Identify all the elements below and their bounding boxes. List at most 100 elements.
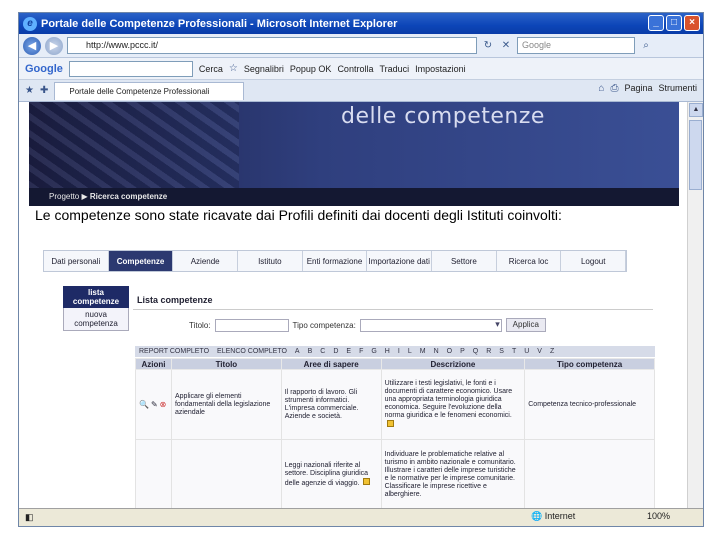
forward-button[interactable]: ▶: [45, 36, 63, 55]
title-filter-input[interactable]: [214, 318, 289, 332]
side-menu: lista competenze nuova competenza: [63, 286, 129, 331]
refresh-icon[interactable]: ↻: [481, 40, 495, 51]
page-menu[interactable]: Pagina: [624, 83, 652, 94]
print-icon[interactable]: ⎙: [610, 83, 618, 94]
favorites-star-icon[interactable]: ★: [25, 85, 34, 96]
slide-caption: Le competenze sono state ricavate dai Pr…: [33, 206, 564, 224]
zone-label: Internet: [544, 511, 576, 521]
table-header-row: Azioni Titolo Aree di sapere Descrizione…: [135, 358, 655, 370]
scroll-up-icon[interactable]: ▲: [689, 103, 703, 117]
row-description: Individuare le problematiche relative al…: [380, 439, 526, 510]
type-filter-label: Tipo competenza:: [292, 320, 356, 330]
letter-link[interactable]: N: [430, 346, 443, 357]
toolbar-item-check[interactable]: Controlla: [337, 64, 373, 74]
star-icon[interactable]: ☆: [229, 63, 238, 74]
edit-note-icon[interactable]: [363, 477, 371, 485]
tab-bar: ★ ✚ Portale delle Competenze Professiona…: [19, 80, 703, 102]
title-filter-label: Titolo:: [189, 320, 211, 330]
letter-link[interactable]: R: [482, 346, 495, 357]
menu-item-logout[interactable]: Logout: [561, 251, 627, 271]
letter-link[interactable]: H: [381, 346, 394, 357]
zoom-level[interactable]: 100%: [647, 511, 670, 521]
search-icon[interactable]: ⌕: [639, 40, 653, 51]
tools-menu[interactable]: Strumenti: [658, 83, 697, 94]
toolbar-item-bookmarks[interactable]: Segnalibri: [244, 64, 284, 74]
back-button[interactable]: ◀: [23, 36, 41, 55]
letter-link[interactable]: Q: [469, 346, 482, 357]
menu-item-sector[interactable]: Settore: [432, 251, 497, 271]
toolbar-item-popup[interactable]: Popup OK: [290, 64, 332, 74]
letter-link[interactable]: C: [316, 346, 329, 357]
edit-note-icon[interactable]: [386, 419, 394, 427]
skills-table: Azioni Titolo Aree di sapere Descrizione…: [135, 358, 655, 510]
letter-link[interactable]: L: [404, 346, 416, 357]
letter-link[interactable]: M: [416, 346, 430, 357]
address-input[interactable]: http://www.pccc.it/: [67, 37, 477, 54]
close-button[interactable]: ×: [684, 15, 700, 31]
letter-link[interactable]: V: [533, 346, 546, 357]
menu-item-skills[interactable]: Competenze: [108, 251, 174, 271]
row-title: Applicare gli elementi fondamentali dell…: [170, 369, 282, 440]
letter-link[interactable]: A: [291, 346, 304, 357]
menu-item-import[interactable]: Importazione dati: [367, 251, 433, 271]
side-item-list[interactable]: lista competenze: [63, 286, 129, 308]
col-header-description: Descrizione: [380, 358, 526, 370]
stop-icon[interactable]: ✕: [499, 40, 513, 51]
report-link[interactable]: REPORT COMPLETO: [135, 346, 213, 357]
letter-link[interactable]: B: [304, 346, 317, 357]
toolbar-item-settings[interactable]: Impostazioni: [415, 64, 466, 74]
letter-link[interactable]: I: [394, 346, 404, 357]
menu-item-companies[interactable]: Aziende: [173, 251, 239, 271]
letter-link[interactable]: U: [520, 346, 533, 357]
row-areas: Leggi nazionali riferite al settore. Dis…: [280, 439, 382, 510]
window-controls: _ □ ×: [648, 15, 700, 31]
row-areas-text: Leggi nazionali riferite al settore. Dis…: [284, 461, 369, 487]
full-list-link[interactable]: ELENCO COMPLETO: [213, 346, 291, 357]
alphabet-filter: REPORT COMPLETO ELENCO COMPLETO A B C D …: [135, 346, 655, 357]
letter-link[interactable]: E: [342, 346, 355, 357]
tab-active[interactable]: Portale delle Competenze Professionali: [54, 81, 245, 100]
status-bar: ◧ 🌐 Internet 100%: [19, 508, 703, 526]
add-favorite-icon[interactable]: ✚: [40, 85, 48, 96]
menu-item-training[interactable]: Enti formazione: [303, 251, 368, 271]
menu-item-personal-data[interactable]: Dati personali: [44, 251, 109, 271]
toolbar-item-translate[interactable]: Traduci: [379, 64, 409, 74]
vertical-scrollbar[interactable]: ▲: [687, 102, 703, 510]
menu-item-search[interactable]: Ricerca loc: [497, 251, 562, 271]
site-banner: delle competenze: [29, 102, 679, 188]
row-actions: [135, 439, 172, 510]
breadcrumb-item[interactable]: Progetto: [49, 192, 79, 201]
letter-link[interactable]: T: [508, 346, 520, 357]
menu-item-institute[interactable]: Istituto: [238, 251, 303, 271]
breadcrumb-current: Ricerca competenze: [89, 192, 168, 201]
letter-link[interactable]: Z: [546, 346, 558, 357]
apply-button[interactable]: Applica: [505, 318, 546, 332]
side-item-new[interactable]: nuova competenza: [63, 308, 129, 331]
letter-link[interactable]: P: [456, 346, 469, 357]
google-search-button[interactable]: Cerca: [199, 64, 223, 74]
minimize-button[interactable]: _: [648, 15, 664, 31]
search-input[interactable]: Google: [517, 37, 635, 54]
letter-link[interactable]: O: [443, 346, 456, 357]
view-icon[interactable]: 🔍: [139, 400, 149, 409]
col-header-type: Tipo competenza: [524, 358, 655, 370]
status-done-icon: ◧: [25, 512, 34, 522]
banner-title: delle competenze: [341, 104, 545, 129]
maximize-button[interactable]: □: [666, 15, 682, 31]
letter-link[interactable]: F: [355, 346, 367, 357]
type-filter-select[interactable]: [359, 318, 502, 332]
edit-icon[interactable]: ✎: [151, 400, 158, 409]
col-header-actions: Azioni: [135, 358, 172, 370]
letter-link[interactable]: G: [367, 346, 380, 357]
breadcrumb-arrow-icon: ▶: [81, 192, 90, 201]
table-row: 🔍 ✎ ⊗ Applicare gli elementi fondamental…: [135, 369, 655, 440]
letter-link[interactable]: D: [329, 346, 342, 357]
page-content: delle competenze Progetto ▶ Ricerca comp…: [19, 102, 689, 510]
letter-link[interactable]: S: [495, 346, 508, 357]
google-search-input[interactable]: [68, 60, 193, 77]
banner-image: [29, 102, 239, 188]
scroll-thumb[interactable]: [689, 120, 702, 190]
address-toolbar: ◀ ▶ http://www.pccc.it/ ↻ ✕ Google ⌕: [19, 34, 703, 58]
delete-icon[interactable]: ⊗: [160, 400, 167, 409]
home-icon[interactable]: ⌂: [598, 83, 604, 94]
